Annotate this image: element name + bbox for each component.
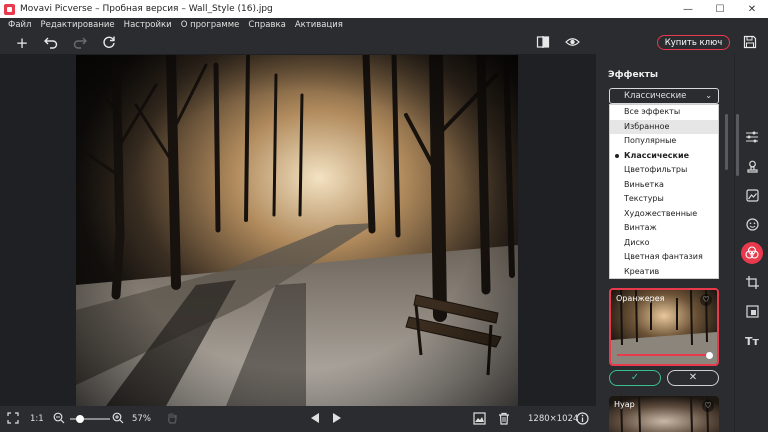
zoom-percent: 57% <box>132 414 151 424</box>
effect-card-noir[interactable]: Нуар ♡ <box>609 396 719 432</box>
menu-help[interactable]: Справка <box>248 20 285 30</box>
bottom-bar: 1:1 57% 1280×1024 <box>0 406 596 432</box>
image-dimensions: 1280×1024 <box>528 414 579 424</box>
dropdown-item-popular[interactable]: Популярные <box>610 134 718 149</box>
fit-to-screen-icon[interactable] <box>7 412 19 427</box>
maximize-button[interactable]: ☐ <box>704 0 736 18</box>
app-logo-icon <box>4 3 15 15</box>
replace-background-icon[interactable] <box>744 305 760 321</box>
title-bar: Movavi Picverse – Пробная версия – Wall_… <box>0 0 768 18</box>
effects-icon[interactable] <box>741 242 763 264</box>
image-enhance-icon[interactable] <box>744 189 760 205</box>
select-value: Классические <box>624 91 687 101</box>
category-dropdown: Все эффекты Избранное Популярные Классич… <box>609 104 719 279</box>
menu-settings[interactable]: Настройки <box>124 20 172 30</box>
dropdown-item-color-filters[interactable]: Цветофильтры <box>610 163 718 178</box>
dropdown-item-all[interactable]: Все эффекты <box>610 105 718 120</box>
minimize-button[interactable]: — <box>672 0 704 18</box>
panel-title: Эффекты <box>608 70 659 80</box>
window-title: Movavi Picverse – Пробная версия – Wall_… <box>20 4 273 14</box>
zoom-slider[interactable] <box>70 415 110 423</box>
menu-activation[interactable]: Активация <box>295 20 343 30</box>
panel-scrollbar[interactable] <box>725 114 728 170</box>
cancel-button[interactable]: ✕ <box>667 370 719 386</box>
dropdown-item-classic-label: Классические <box>624 150 690 160</box>
stamp-icon[interactable] <box>744 160 760 176</box>
dropdown-item-textures[interactable]: Текстуры <box>610 192 718 207</box>
next-image-icon[interactable] <box>332 412 342 427</box>
effect-card-greenhouse[interactable]: Оранжерея ♡ <box>609 288 719 366</box>
dropdown-item-color-fantasy[interactable]: Цветная фантазия <box>610 250 718 265</box>
preview-eye-icon[interactable] <box>564 35 580 51</box>
retouch-face-icon[interactable] <box>744 218 760 234</box>
dropdown-item-artistic[interactable]: Художественные <box>610 207 718 222</box>
hand-pan-icon[interactable] <box>166 411 178 428</box>
edited-photo[interactable] <box>76 55 518 406</box>
chevron-down-icon: ⌄ <box>705 91 712 100</box>
menu-about[interactable]: О программе <box>181 20 240 30</box>
crop-icon[interactable] <box>744 276 760 292</box>
favorite-heart-icon[interactable]: ♡ <box>702 400 714 412</box>
effects-category-select[interactable]: Классические ⌄ <box>609 88 719 104</box>
effects-panel: Эффекты Классические ⌄ Все эффекты Избра… <box>596 54 734 432</box>
zoom-in-icon[interactable] <box>112 412 124 427</box>
menu-bar: Файл Редактирование Настройки О программ… <box>0 18 768 32</box>
add-icon[interactable]: + <box>14 35 30 51</box>
favorite-heart-icon[interactable]: ♡ <box>700 294 712 306</box>
reset-icon[interactable] <box>101 35 117 51</box>
zoom-out-icon[interactable] <box>53 412 65 427</box>
buy-key-button[interactable]: Купить ключ <box>657 35 730 50</box>
menu-edit[interactable]: Редактирование <box>40 20 114 30</box>
apply-button[interactable]: ✓ <box>609 370 661 386</box>
close-button[interactable]: ✕ <box>736 0 768 18</box>
gallery-icon[interactable] <box>473 412 486 428</box>
toolbar: + <box>0 32 768 54</box>
image-canvas <box>0 54 596 406</box>
dropdown-item-vignette[interactable]: Виньетка <box>610 178 718 193</box>
menu-file[interactable]: Файл <box>8 20 31 30</box>
dropdown-item-disco[interactable]: Диско <box>610 236 718 251</box>
tool-rail: Tт <box>734 54 768 432</box>
save-icon[interactable] <box>742 35 758 51</box>
zoom-slider-knob[interactable] <box>76 415 84 423</box>
dropdown-item-creative[interactable]: Креатив <box>610 265 718 280</box>
effect-intensity-knob[interactable] <box>706 352 713 359</box>
effect-intensity-slider[interactable] <box>617 354 711 356</box>
undo-icon[interactable] <box>43 35 59 51</box>
info-icon[interactable] <box>576 412 589 428</box>
effect-card-label: Нуар <box>614 400 635 409</box>
actual-size-button[interactable]: 1:1 <box>30 414 44 424</box>
rail-scrollbar[interactable] <box>736 114 739 176</box>
previous-image-icon[interactable] <box>310 412 320 427</box>
dropdown-item-favorites[interactable]: Избранное <box>610 119 718 134</box>
effect-card-label: Оранжерея <box>616 294 665 303</box>
adjust-sliders-icon[interactable] <box>744 131 760 147</box>
redo-icon[interactable] <box>72 35 88 51</box>
dropdown-item-vintage[interactable]: Винтаж <box>610 221 718 236</box>
selected-dot-icon <box>615 153 619 158</box>
text-icon[interactable]: Tт <box>744 334 760 350</box>
compare-icon[interactable] <box>535 35 551 51</box>
delete-icon[interactable] <box>498 412 510 428</box>
dropdown-item-classic[interactable]: Классические <box>610 149 718 164</box>
